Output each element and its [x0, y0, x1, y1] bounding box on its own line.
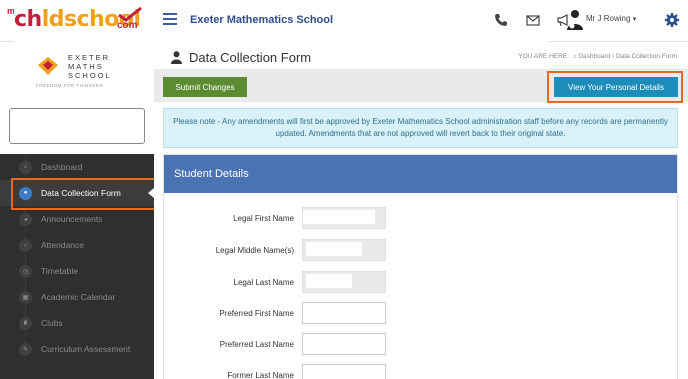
- field-label: Legal Last Name: [233, 278, 294, 287]
- school-crest-icon: [38, 57, 58, 75]
- field-label: Former Last Name: [227, 371, 294, 379]
- preferred-first-name-field[interactable]: [302, 302, 386, 324]
- highlight-box-data-collection: [11, 178, 159, 210]
- logo-suffix: com: [117, 20, 138, 31]
- former-last-name-field[interactable]: [302, 364, 386, 379]
- field-label: Legal Middle Name(s): [215, 246, 294, 255]
- user-name-label: Mr J Rowing: [586, 14, 631, 23]
- page-title: Data Collection Form: [171, 50, 311, 65]
- chevron-down-icon: ▾: [632, 16, 637, 23]
- top-bar: my chldschool com Exeter Mathematics Sch…: [0, 0, 688, 344]
- sidebar-item-clubs[interactable]: ♜ Clubs: [0, 310, 154, 336]
- student-details-panel: Student Details Legal First Name Legal M…: [163, 154, 678, 379]
- sidebar-search-box[interactable]: [9, 108, 145, 144]
- menu-toggle-icon[interactable]: [163, 13, 177, 25]
- field-fill: [306, 274, 352, 288]
- form-row-legal-middle-names: Legal Middle Name(s): [164, 239, 679, 263]
- field-label: Preferred First Name: [219, 309, 294, 318]
- sidebar-item-curriculum-assessment[interactable]: ✎ Curriculum Assessment: [0, 336, 154, 362]
- sidebar-item-timetable[interactable]: ◷ Timetable: [0, 258, 154, 284]
- field-fill: [303, 210, 375, 224]
- page-title-text: Data Collection Form: [189, 50, 312, 65]
- sidebar-item-label: Attendance: [41, 240, 85, 250]
- field-label: Legal First Name: [233, 214, 294, 223]
- megaphone-icon: ◂: [19, 212, 32, 226]
- breadcrumb-separator: ›: [611, 53, 615, 60]
- submit-changes-button[interactable]: Submit Changes: [163, 77, 247, 97]
- sidebar-item-label: Announcements: [41, 214, 103, 224]
- sidebar-item-academic-calendar[interactable]: ▦ Academic Calendar: [0, 284, 154, 310]
- phone-icon[interactable]: [493, 12, 509, 28]
- school-logo-line1: EXETER: [68, 53, 111, 62]
- school-logo-area: EXETER MATHS SCHOOL FREEDOM FOR THINKERS: [0, 42, 154, 154]
- sidebar-item-label: Dashboard: [41, 162, 83, 172]
- user-avatar-icon[interactable]: [566, 9, 584, 31]
- school-name: Exeter Mathematics School: [190, 14, 334, 26]
- myschool-logo[interactable]: my chldschool com: [0, 0, 548, 344]
- breadcrumb-current: Data Collection Form: [615, 53, 677, 60]
- form-row-legal-first-name: Legal First Name: [164, 207, 679, 231]
- check-icon: ✓: [19, 238, 32, 252]
- mail-icon[interactable]: [525, 12, 541, 28]
- pencil-icon: ✎: [19, 342, 32, 356]
- gear-icon[interactable]: [664, 12, 680, 28]
- notice-banner: Please note - Any amendments will first …: [163, 108, 678, 148]
- sidebar: EXETER MATHS SCHOOL FREEDOM FOR THINKERS…: [0, 42, 154, 379]
- form-row-preferred-first-name: Preferred First Name: [164, 302, 679, 326]
- trophy-icon: ♜: [19, 316, 32, 330]
- preferred-last-name-field[interactable]: [302, 333, 386, 355]
- form-row-preferred-last-name: Preferred Last Name: [164, 333, 679, 357]
- school-logo-tagline: FREEDOM FOR THINKERS: [36, 83, 104, 88]
- breadcrumb-dashboard[interactable]: Dashboard: [578, 53, 610, 60]
- sidebar-item-label: Clubs: [41, 318, 63, 328]
- clock-icon: ◷: [19, 264, 32, 278]
- school-logo-line2: MATHS: [68, 62, 104, 71]
- sidebar-item-label: Academic Calendar: [41, 292, 116, 302]
- sidebar-item-label: Curriculum Assessment: [41, 344, 131, 354]
- sidebar-item-attendance[interactable]: ✓ Attendance: [0, 232, 154, 258]
- form-row-former-last-name: Former Last Name: [164, 364, 679, 379]
- field-fill: [306, 242, 362, 256]
- home-icon: ⌂: [19, 160, 32, 174]
- sidebar-item-label: Timetable: [41, 266, 79, 276]
- highlight-box-view-details: [547, 71, 683, 103]
- school-logo: EXETER MATHS SCHOOL FREEDOM FOR THINKERS: [36, 53, 122, 93]
- sidebar-item-dashboard[interactable]: ⌂ Dashboard: [0, 154, 154, 180]
- calendar-icon: ▦: [19, 290, 32, 304]
- form-row-legal-last-name: Legal Last Name: [164, 271, 679, 295]
- panel-heading: Student Details: [164, 155, 677, 193]
- school-logo-line3: SCHOOL: [68, 71, 112, 80]
- home-icon: ⌂: [572, 53, 577, 60]
- breadcrumb: YOU ARE HERE: ⌂ Dashboard › Data Collect…: [518, 53, 677, 60]
- logo-wordmark-a: ch: [14, 7, 42, 32]
- field-label: Preferred Last Name: [219, 340, 294, 349]
- user-icon: [171, 51, 182, 64]
- breadcrumb-prefix: YOU ARE HERE:: [518, 53, 569, 60]
- main-content: Data Collection Form YOU ARE HERE: ⌂ Das…: [154, 42, 688, 379]
- user-menu[interactable]: Mr J Rowing ▾: [586, 14, 636, 23]
